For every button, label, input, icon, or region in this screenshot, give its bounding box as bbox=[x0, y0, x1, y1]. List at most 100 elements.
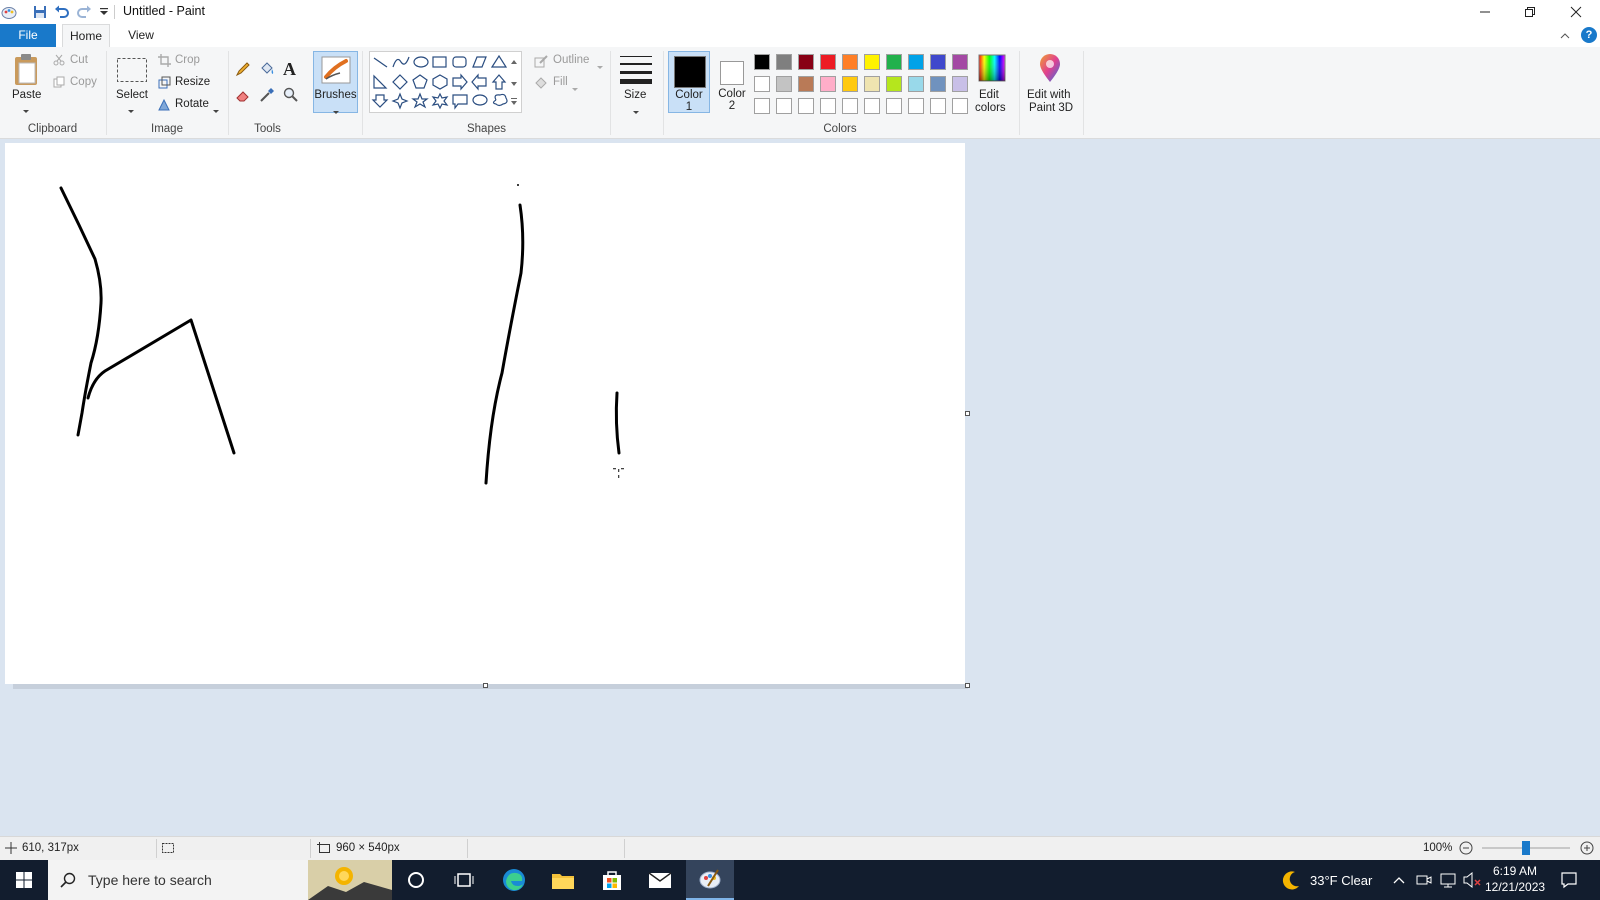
outline-dropdown-icon[interactable] bbox=[596, 59, 604, 73]
brushes-button[interactable]: Brushes bbox=[313, 51, 358, 114]
edit-colors-label-2[interactable]: colors bbox=[975, 102, 1006, 114]
palette-swatch[interactable] bbox=[798, 98, 814, 114]
palette-swatch[interactable] bbox=[864, 76, 880, 92]
weather-widget[interactable]: 33°F Clear bbox=[1280, 860, 1372, 900]
edit-colors-icon[interactable] bbox=[978, 54, 1006, 85]
zoom-out-icon[interactable] bbox=[1459, 841, 1473, 858]
palette-swatch[interactable] bbox=[820, 98, 836, 114]
palette-swatch[interactable] bbox=[798, 76, 814, 92]
edge-icon[interactable] bbox=[490, 860, 538, 900]
meet-now-icon[interactable] bbox=[1416, 860, 1432, 900]
select-button-label[interactable]: Select bbox=[116, 89, 148, 101]
paint3d-label-2[interactable]: Paint 3D bbox=[1029, 102, 1073, 114]
paint-taskbar-icon[interactable] bbox=[686, 860, 734, 900]
resize-handle-right[interactable] bbox=[965, 411, 970, 416]
palette-swatch[interactable] bbox=[842, 76, 858, 92]
paste-dropdown-icon[interactable] bbox=[22, 103, 30, 117]
paste-button-label[interactable]: Paste bbox=[12, 89, 41, 101]
palette-swatch[interactable] bbox=[908, 98, 924, 114]
palette-swatch[interactable] bbox=[820, 76, 836, 92]
network-icon[interactable] bbox=[1440, 860, 1458, 900]
cut-button[interactable]: Cut bbox=[70, 54, 88, 66]
size-button-label[interactable]: Size bbox=[624, 89, 646, 101]
minimize-button[interactable] bbox=[1462, 0, 1508, 24]
text-tool-icon[interactable]: A bbox=[283, 59, 296, 80]
customize-quick-access-icon[interactable] bbox=[95, 3, 113, 21]
palette-swatch[interactable] bbox=[908, 76, 924, 92]
eraser-icon[interactable] bbox=[235, 87, 251, 106]
crop-button[interactable]: Crop bbox=[175, 54, 200, 66]
redo-icon[interactable] bbox=[75, 3, 93, 21]
edit-colors-label-1[interactable]: Edit bbox=[979, 89, 999, 101]
palette-swatch[interactable] bbox=[908, 54, 924, 70]
palette-swatch[interactable] bbox=[952, 98, 968, 114]
magnifier-icon[interactable] bbox=[283, 87, 299, 106]
outline-button[interactable]: Outline bbox=[553, 54, 589, 66]
tab-home[interactable]: Home bbox=[62, 24, 110, 49]
start-button[interactable] bbox=[0, 860, 48, 900]
palette-swatch[interactable] bbox=[864, 54, 880, 70]
volume-muted-icon[interactable] bbox=[1463, 860, 1481, 900]
select-icon[interactable] bbox=[116, 57, 148, 86]
color1-button[interactable]: Color 1 bbox=[668, 51, 710, 113]
resize-handle-bottom[interactable] bbox=[483, 683, 488, 688]
size-icon[interactable] bbox=[619, 54, 653, 87]
palette-swatch[interactable] bbox=[820, 54, 836, 70]
color-picker-icon[interactable] bbox=[259, 87, 275, 106]
palette-swatch[interactable] bbox=[776, 98, 792, 114]
drawing-canvas[interactable] bbox=[5, 143, 965, 684]
file-explorer-icon[interactable] bbox=[539, 860, 587, 900]
fill-bucket-icon[interactable] bbox=[259, 61, 275, 80]
rotate-dropdown-icon[interactable] bbox=[212, 103, 220, 117]
resize-handle-corner[interactable] bbox=[965, 683, 970, 688]
fill-dropdown-icon[interactable] bbox=[571, 81, 579, 95]
tab-file[interactable]: File bbox=[0, 24, 56, 47]
paint3d-icon[interactable] bbox=[1036, 54, 1064, 87]
save-icon[interactable] bbox=[31, 3, 49, 21]
tab-view[interactable]: View bbox=[116, 24, 166, 47]
zoom-slider[interactable] bbox=[1482, 841, 1570, 855]
palette-swatch[interactable] bbox=[952, 54, 968, 70]
pencil-icon[interactable] bbox=[235, 61, 251, 80]
copy-button[interactable]: Copy bbox=[70, 76, 97, 88]
resize-button[interactable]: Resize bbox=[175, 76, 210, 88]
fill-button[interactable]: Fill bbox=[553, 76, 568, 88]
palette-swatch[interactable] bbox=[864, 98, 880, 114]
palette-swatch[interactable] bbox=[930, 76, 946, 92]
mail-icon[interactable] bbox=[636, 860, 684, 900]
palette-swatch[interactable] bbox=[754, 54, 770, 70]
palette-swatch[interactable] bbox=[952, 76, 968, 92]
palette-swatch[interactable] bbox=[842, 54, 858, 70]
palette-swatch[interactable] bbox=[930, 98, 946, 114]
palette-swatch[interactable] bbox=[776, 76, 792, 92]
palette-swatch[interactable] bbox=[754, 76, 770, 92]
close-button[interactable] bbox=[1553, 0, 1599, 24]
minimize-ribbon-icon[interactable] bbox=[1560, 29, 1570, 43]
rotate-button[interactable]: Rotate bbox=[175, 98, 209, 110]
undo-icon[interactable] bbox=[53, 3, 71, 21]
select-dropdown-icon[interactable] bbox=[127, 103, 135, 117]
palette-swatch[interactable] bbox=[886, 54, 902, 70]
palette-swatch[interactable] bbox=[842, 98, 858, 114]
taskbar-search-box[interactable]: Type here to search bbox=[48, 860, 392, 900]
palette-swatch[interactable] bbox=[754, 98, 770, 114]
help-icon[interactable]: ? bbox=[1581, 27, 1597, 43]
palette-swatch[interactable] bbox=[886, 98, 902, 114]
palette-swatch[interactable] bbox=[776, 54, 792, 70]
show-hidden-icons-icon[interactable] bbox=[1393, 860, 1405, 900]
clock[interactable]: 6:19 AM 12/21/2023 bbox=[1485, 863, 1545, 895]
microsoft-store-icon[interactable] bbox=[588, 860, 636, 900]
palette-swatch[interactable] bbox=[930, 54, 946, 70]
paint3d-label-1[interactable]: Edit with bbox=[1027, 89, 1070, 101]
palette-swatch[interactable] bbox=[886, 76, 902, 92]
color2-button[interactable]: Color 2 bbox=[712, 51, 752, 113]
cortana-icon[interactable] bbox=[392, 860, 440, 900]
shapes-gallery[interactable] bbox=[369, 51, 522, 113]
palette-swatch[interactable] bbox=[798, 54, 814, 70]
notifications-icon[interactable] bbox=[1560, 860, 1578, 900]
paint-app-icon[interactable] bbox=[0, 3, 18, 21]
task-view-icon[interactable] bbox=[440, 860, 488, 900]
size-dropdown-icon[interactable] bbox=[632, 104, 640, 118]
zoom-in-icon[interactable] bbox=[1580, 841, 1594, 858]
paste-icon[interactable] bbox=[12, 53, 40, 90]
